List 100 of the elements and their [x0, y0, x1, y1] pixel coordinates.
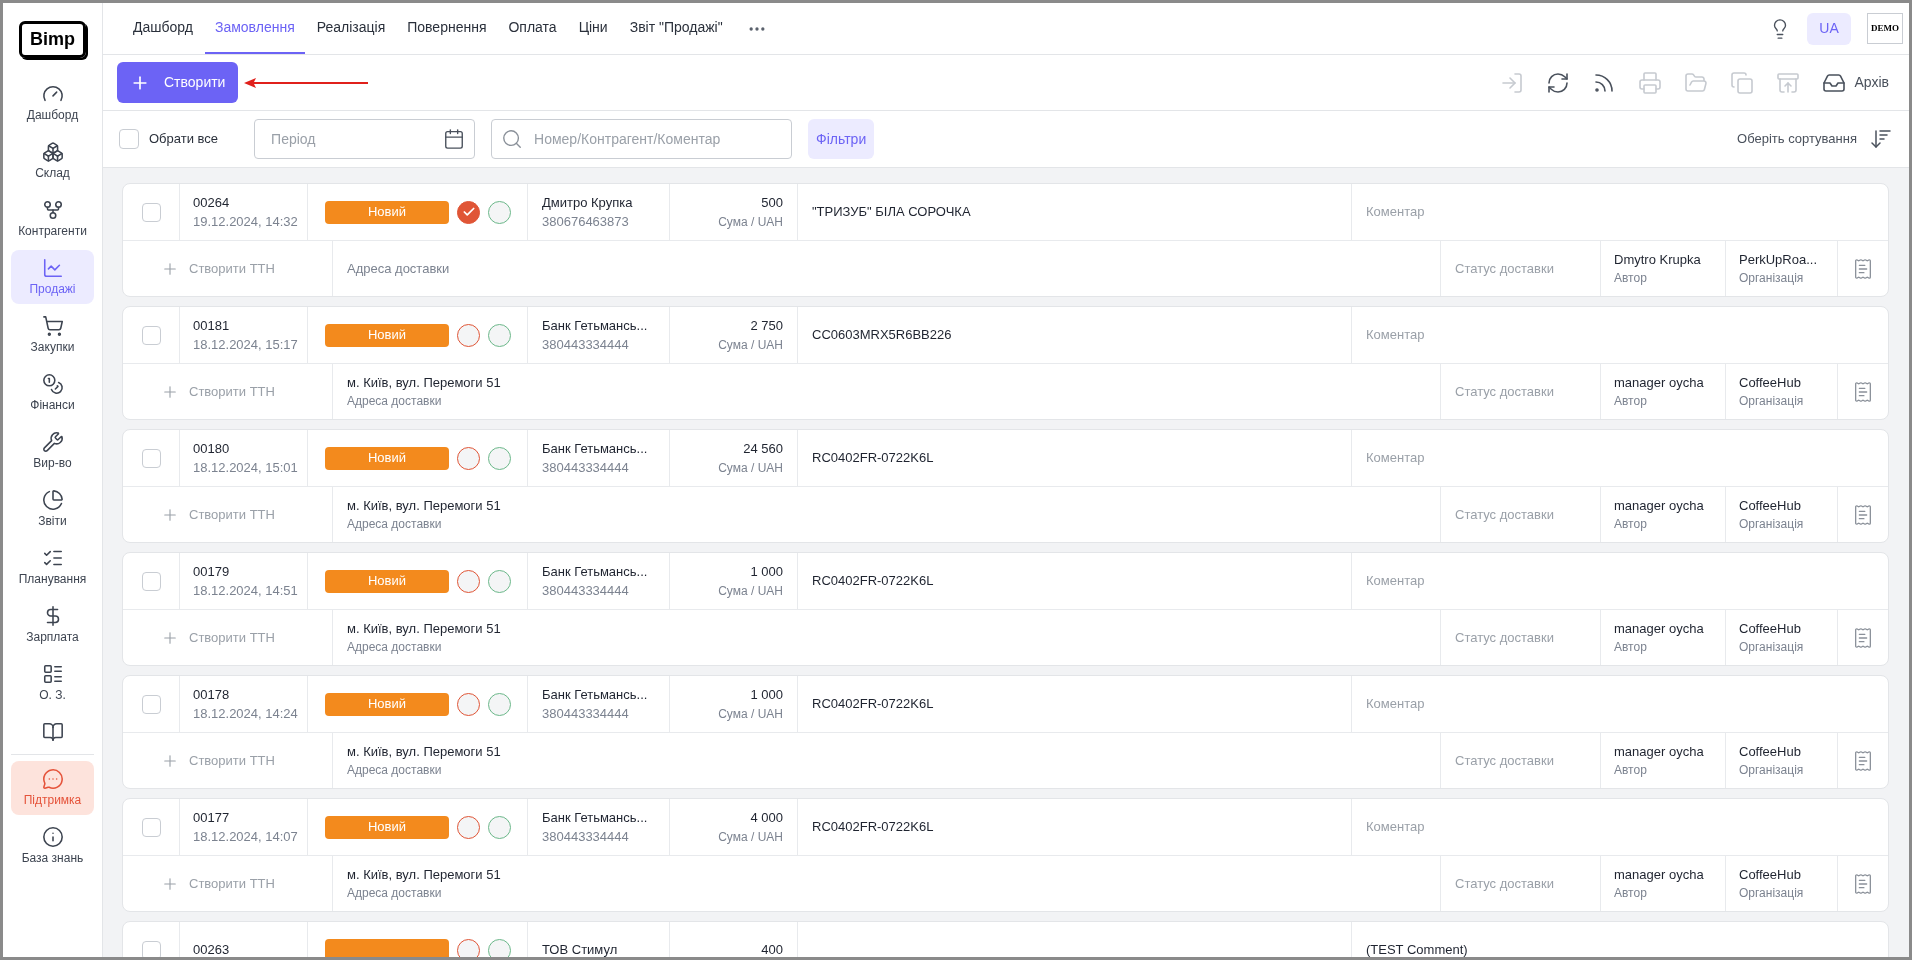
- sidebar-item[interactable]: Звіти: [11, 482, 94, 536]
- language-button[interactable]: UA: [1807, 12, 1851, 45]
- status-badge[interactable]: Новий: [325, 569, 449, 593]
- organization-label: Організація: [1739, 270, 1805, 288]
- period-field[interactable]: Період: [254, 119, 476, 159]
- create-waybill-button[interactable]: Створити ТТН: [161, 750, 275, 771]
- comment-field[interactable]: Коментар: [1366, 325, 1425, 345]
- sidebar-item[interactable]: Контрагенти: [11, 192, 94, 246]
- sidebar-item[interactable]: Вир-во: [11, 424, 94, 478]
- shipment-status-icon[interactable]: [488, 200, 511, 224]
- client-phone: 380443334444: [542, 828, 630, 846]
- delivery-address: м. Київ, вул. Перемоги 51: [347, 496, 502, 515]
- payment-status-icon[interactable]: [457, 692, 480, 716]
- comment-field[interactable]: Коментар: [1366, 571, 1425, 591]
- shipment-status-icon[interactable]: [488, 446, 511, 470]
- payment-status-icon[interactable]: [457, 323, 480, 347]
- logo[interactable]: Bimp: [19, 21, 86, 58]
- order-amount: 24 560: [743, 440, 783, 459]
- comment-field[interactable]: Коментар: [1366, 202, 1425, 222]
- checkbox[interactable]: [141, 571, 161, 591]
- sidebar-item[interactable]: Дашборд: [11, 76, 94, 130]
- payment-status-icon[interactable]: [457, 815, 480, 839]
- receipt-icon[interactable]: [1852, 626, 1874, 649]
- status-badge[interactable]: Новий: [325, 815, 449, 839]
- order-amount: 2 750: [750, 317, 783, 336]
- client-phone: 380443334444: [542, 336, 630, 354]
- shipment-status-icon[interactable]: [488, 692, 511, 716]
- checkbox[interactable]: [141, 694, 161, 714]
- nav-tab[interactable]: Дашборд: [123, 3, 203, 54]
- checkbox[interactable]: [141, 448, 161, 468]
- chat-bubble-icon: [41, 768, 64, 790]
- sidebar-item[interactable]: Підтримка: [11, 761, 94, 815]
- payment-status-icon[interactable]: [457, 200, 480, 224]
- shipment-status-icon[interactable]: [488, 323, 511, 347]
- product-name: RC0402FR-0722K6L: [812, 572, 934, 591]
- order-amount: 400: [761, 941, 783, 957]
- demo-badge[interactable]: DEMO: [1867, 12, 1903, 45]
- select-all-checkbox[interactable]: Обрати все: [119, 129, 219, 149]
- receipt-icon[interactable]: [1852, 503, 1874, 526]
- delivery-address: м. Київ, вул. Перемоги 51: [347, 865, 502, 884]
- nav-tab[interactable]: Оплата: [498, 3, 567, 54]
- nav-tab[interactable]: Реалізація: [306, 3, 396, 54]
- nav-tab[interactable]: Повернення: [397, 3, 497, 54]
- status-badge[interactable]: Новий: [325, 200, 449, 224]
- receipt-icon[interactable]: [1852, 872, 1874, 895]
- create-button[interactable]: Створити: [117, 62, 239, 103]
- status-badge[interactable]: Новий: [325, 323, 449, 347]
- nav-tab[interactable]: Замовлення: [204, 3, 305, 54]
- sidebar-item[interactable]: Закупки: [11, 308, 94, 362]
- comment-text: (TEST Comment): [1366, 941, 1468, 957]
- cart-icon: [41, 315, 64, 337]
- receipt-icon[interactable]: [1852, 749, 1874, 772]
- sidebar-item[interactable]: Фінанси: [11, 366, 94, 420]
- sidebar-item[interactable]: Зарплата: [11, 598, 94, 652]
- status-badge[interactable]: [325, 938, 449, 957]
- sidebar-item[interactable]: О. З.: [11, 656, 94, 710]
- nav-tab[interactable]: Ціни: [568, 3, 618, 54]
- checkbox[interactable]: [141, 325, 161, 345]
- comment-field[interactable]: Коментар: [1366, 448, 1425, 468]
- shipment-status-icon[interactable]: [488, 815, 511, 839]
- create-waybill-button[interactable]: Створити ТТН: [161, 258, 275, 279]
- status-badge[interactable]: Новий: [325, 446, 449, 470]
- order-amount: 1 000: [750, 563, 783, 582]
- wrench-icon: [41, 431, 64, 453]
- comment-field[interactable]: Коментар: [1366, 694, 1425, 714]
- sort-button[interactable]: Оберіть сортування: [1737, 127, 1893, 151]
- receipt-icon[interactable]: [1852, 380, 1874, 403]
- payment-status-icon[interactable]: [457, 569, 480, 593]
- archive-button[interactable]: Архів: [1822, 70, 1889, 95]
- filters-button[interactable]: Фільтри: [808, 119, 875, 159]
- client-name: ТОВ Стимул: [542, 941, 619, 957]
- search-field[interactable]: Номер/Контрагент/Коментар: [491, 119, 793, 159]
- payment-status-icon[interactable]: [457, 938, 480, 957]
- shipment-status-icon[interactable]: [488, 938, 511, 957]
- checkbox[interactable]: [141, 817, 161, 837]
- create-waybill-button[interactable]: Створити ТТН: [161, 504, 275, 525]
- organization-name: CoffeeHub: [1739, 742, 1802, 761]
- address-label: Адреса доставки: [347, 639, 443, 657]
- comment-field[interactable]: Коментар: [1366, 817, 1425, 837]
- shipment-status-icon[interactable]: [488, 569, 511, 593]
- author-name: manager oycha: [1614, 619, 1705, 638]
- create-waybill-button[interactable]: Створити ТТН: [161, 381, 275, 402]
- status-badge[interactable]: Новий: [325, 692, 449, 716]
- client-name: Банк Гетьмансь...: [542, 316, 649, 335]
- sidebar-item[interactable]: База знань: [11, 819, 94, 873]
- refresh-icon[interactable]: [1546, 70, 1571, 95]
- checkbox[interactable]: [141, 202, 161, 222]
- sidebar-item[interactable]: Продажі: [11, 250, 94, 304]
- create-waybill-button[interactable]: Створити ТТН: [161, 627, 275, 648]
- sidebar-item[interactable]: Планування: [11, 540, 94, 594]
- nav-tab[interactable]: Звіт "Продажі": [619, 3, 733, 54]
- sidebar-item[interactable]: Склад: [11, 134, 94, 188]
- calendar-icon: [443, 128, 466, 150]
- create-waybill-button[interactable]: Створити ТТН: [161, 873, 275, 894]
- address-label: Адреса доставки: [347, 516, 443, 534]
- payment-status-icon[interactable]: [457, 446, 480, 470]
- checkbox[interactable]: [141, 940, 161, 957]
- order-date: 18.12.2024, 15:01: [193, 459, 299, 477]
- receipt-icon[interactable]: [1852, 257, 1874, 280]
- line-chart-icon: [41, 257, 64, 279]
